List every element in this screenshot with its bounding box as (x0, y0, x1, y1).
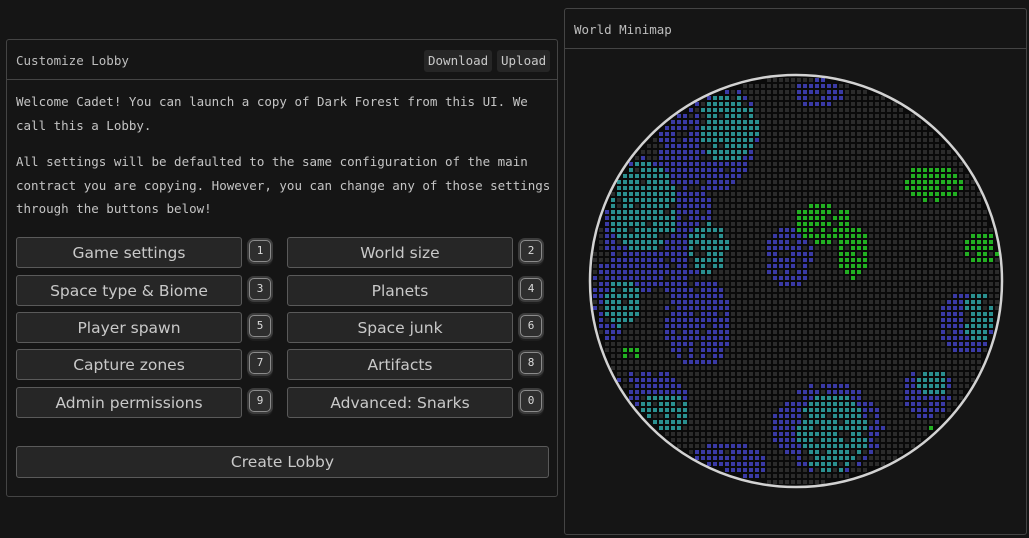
lobby-pane-header: Customize Lobby Download Upload (7, 40, 557, 80)
advanced-snarks-button[interactable]: Advanced: Snarks (287, 387, 513, 418)
download-button[interactable]: Download (424, 50, 493, 72)
minimap-pane-title: World Minimap (574, 22, 672, 37)
welcome-text: Welcome Cadet! You can launch a copy of … (16, 94, 528, 133)
shortcut-key-4: 4 (520, 278, 542, 300)
customize-lobby-pane: Customize Lobby Download Upload Welcome … (6, 39, 558, 497)
minimap-pane-header: World Minimap (565, 9, 1026, 49)
world-minimap[interactable] (586, 71, 1006, 491)
upload-button[interactable]: Upload (497, 50, 551, 72)
space-type-biome-button[interactable]: Space type & Biome (16, 275, 242, 306)
shortcut-key-6: 6 (520, 315, 542, 337)
shortcut-key-3: 3 (249, 278, 271, 300)
planets-button[interactable]: Planets (287, 275, 513, 306)
shortcut-key-0: 0 (520, 390, 542, 412)
settings-info-text: All settings will be defaulted to the sa… (16, 154, 551, 216)
world-size-button[interactable]: World size (287, 237, 513, 268)
world-minimap-pane: World Minimap (564, 8, 1027, 535)
create-lobby-button[interactable]: Create Lobby (16, 446, 549, 478)
capture-zones-button[interactable]: Capture zones (16, 349, 242, 380)
player-spawn-button[interactable]: Player spawn (16, 312, 242, 343)
shortcut-key-1: 1 (249, 240, 271, 262)
lobby-pane-title: Customize Lobby (16, 53, 129, 68)
shortcut-key-7: 7 (249, 352, 271, 374)
shortcut-key-5: 5 (249, 315, 271, 337)
artifacts-button[interactable]: Artifacts (287, 349, 513, 380)
shortcut-key-9: 9 (249, 390, 271, 412)
shortcut-key-8: 8 (520, 352, 542, 374)
minimap-background (590, 75, 1002, 487)
shortcut-key-2: 2 (520, 240, 542, 262)
game-settings-button[interactable]: Game settings (16, 237, 242, 268)
admin-permissions-button[interactable]: Admin permissions (16, 387, 242, 418)
space-junk-button[interactable]: Space junk (287, 312, 513, 343)
